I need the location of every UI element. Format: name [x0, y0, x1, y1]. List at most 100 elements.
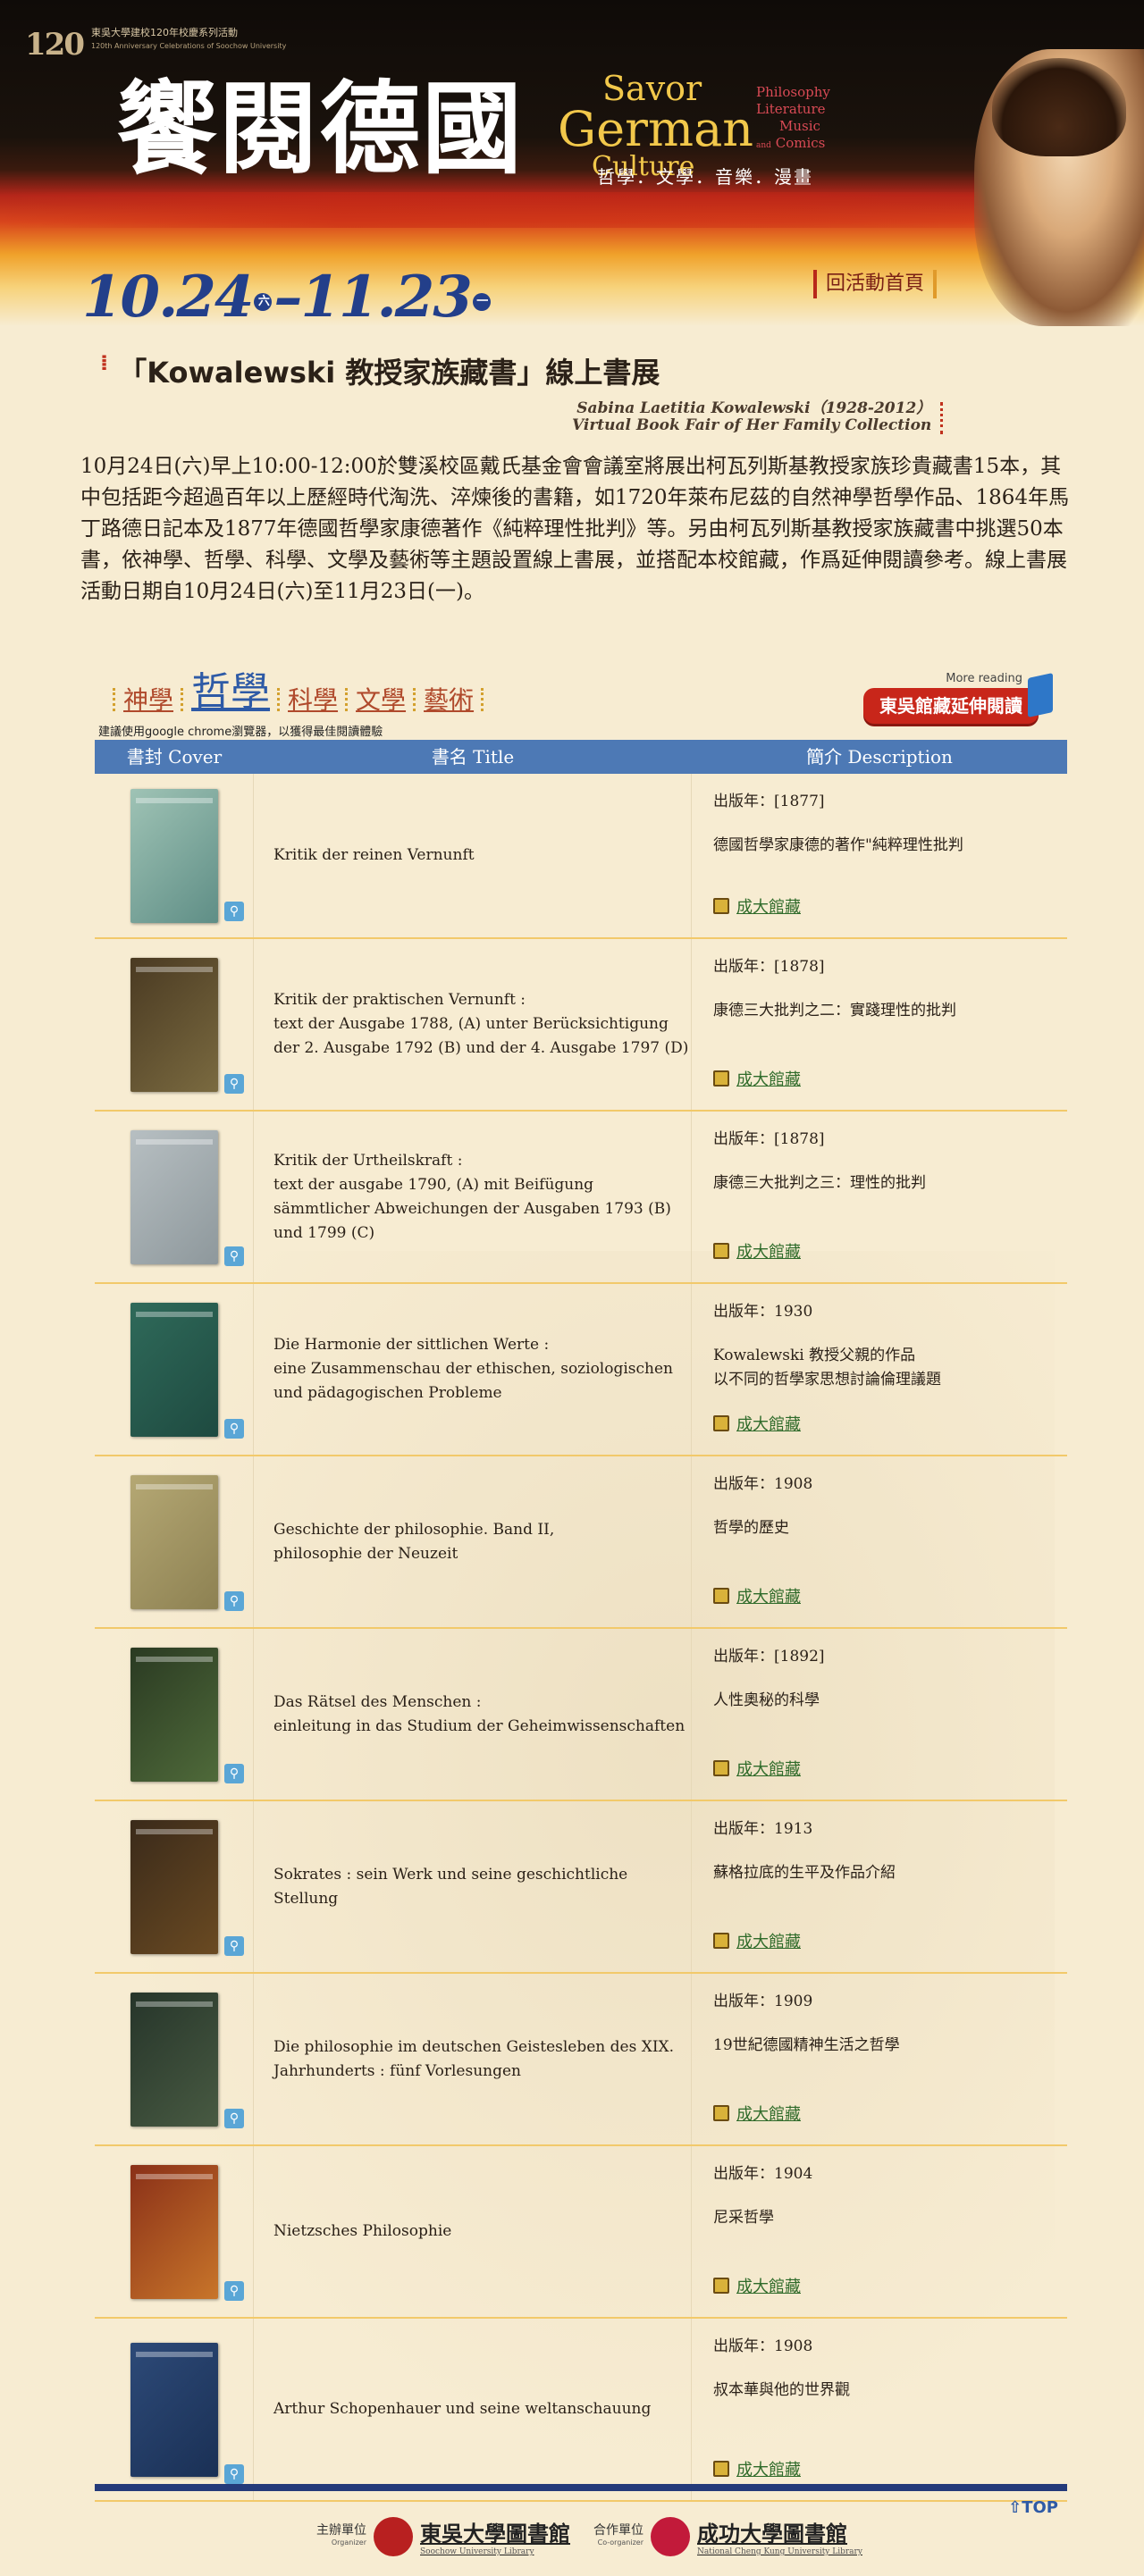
cover-cell: ⚲: [95, 1284, 254, 1455]
category-arts[interactable]: 藝術: [416, 681, 481, 717]
topic-comics: Comics: [775, 135, 826, 151]
publish-year: 出版年：1930: [713, 1303, 813, 1321]
book-title: Kritik der Urtheilskraft : text der ausg…: [254, 1112, 692, 1282]
cover-cell: ⚲: [95, 2146, 254, 2317]
book-cover-image[interactable]: [130, 2164, 218, 2299]
more-reading-caption: More reading: [946, 672, 1022, 685]
organizer: 主辦單位 Organizer 東吳大學圖書館 Soochow University …: [316, 2516, 570, 2556]
more-reading-label: 東吳館藏延伸閱讀: [863, 688, 1039, 724]
publish-year: 出版年：[1878]: [713, 958, 825, 976]
ncku-collection-label: 成大館藏: [736, 1415, 801, 1434]
organizer-label: 主辦單位 Organizer: [316, 2524, 366, 2549]
cover-cell: ⚲: [95, 1456, 254, 1627]
book-description: 康德三大批判之三：理性的批判: [713, 1174, 926, 1192]
co-organizer: 合作單位 Co-organizer 成功大學圖書館 National Cheng K…: [593, 2516, 862, 2556]
ncku-collection-link[interactable]: 成大館藏: [713, 1929, 801, 1952]
book-icon: [713, 1933, 729, 1949]
ncku-collection-link[interactable]: 成大館藏: [713, 894, 801, 918]
publish-year: 出版年：1909: [713, 1993, 813, 2010]
category-separator: [481, 688, 484, 711]
book-cover-image[interactable]: [130, 957, 218, 1092]
exhibit-title: ⁞ 「Kowalewski 教授家族藏書」線上書展: [100, 350, 660, 391]
book-icon: [713, 2461, 729, 2477]
ncku-collection-link[interactable]: 成大館藏: [713, 1067, 801, 1090]
book-description: 康德三大批判之二：實踐理性的批判: [713, 1002, 956, 1019]
book-title: Arthur Schopenhauer und seine weltanscha…: [254, 2319, 692, 2500]
book-description: 德國哲學家康德的著作"純粹理性批判: [713, 836, 963, 854]
book-cover-image[interactable]: [130, 1992, 218, 2127]
category-philosophy[interactable]: 哲學: [184, 659, 277, 717]
ncku-collection-link[interactable]: 成大館藏: [713, 1239, 801, 1263]
magnifier-icon[interactable]: ⚲: [224, 1591, 244, 1611]
book-cover-image[interactable]: [130, 1647, 218, 1782]
ncku-collection-label: 成大館藏: [736, 1760, 801, 1779]
column-header-title: 書名 Title: [431, 746, 515, 768]
magnifier-icon[interactable]: ⚲: [224, 1764, 244, 1783]
magnifier-icon[interactable]: ⚲: [224, 2109, 244, 2128]
book-cover-image[interactable]: [130, 1302, 218, 1437]
magnifier-icon[interactable]: ⚲: [224, 2281, 244, 2301]
cover-cell: ⚲: [95, 1801, 254, 1972]
table-header: 書封 Cover 書名 Title 簡介 Description: [95, 740, 1067, 774]
book-icon: [713, 2105, 729, 2121]
cover-cell: ⚲: [95, 1112, 254, 1282]
co-organizer-name-en: National Cheng Kung University Library: [697, 2547, 862, 2556]
cover-cell: ⚲: [95, 1629, 254, 1800]
co-organizer-name: 成功大學圖書館: [697, 2521, 847, 2547]
table-row: ⚲ Kritik der Urtheilskraft : text der aus…: [95, 1112, 1067, 1284]
magnifier-icon[interactable]: ⚲: [224, 2464, 244, 2484]
magnifier-icon[interactable]: ⚲: [224, 1246, 244, 1266]
topic-list: Philosophy Literature Music and Comics: [756, 84, 830, 155]
book-icon: [713, 1588, 729, 1604]
magnifier-icon[interactable]: ⚲: [224, 902, 244, 921]
category-science[interactable]: 科學: [281, 681, 345, 717]
ncku-collection-link[interactable]: 成大館藏: [713, 2274, 801, 2297]
book-cover-image[interactable]: [130, 2342, 218, 2477]
book-cover-image[interactable]: [130, 1129, 218, 1264]
category-literature[interactable]: 文學: [349, 681, 413, 717]
exhibit-subtitle-line2: Virtual Book Fair of Her Family Collecti…: [572, 416, 932, 434]
footer: 主辦單位 Organizer 東吳大學圖書館 Soochow University …: [0, 2509, 1144, 2563]
book-description: 19世紀德國精神生活之哲學: [713, 2036, 900, 2054]
book-description: 蘇格拉底的生平及作品介紹: [713, 1864, 896, 1882]
book-cover-image[interactable]: [130, 1819, 218, 1954]
anniversary-logo: 120: [25, 27, 85, 63]
description-cell: 出版年：1908 叔本華與他的世界觀 成大館藏: [692, 2319, 1067, 2500]
book-description: Kowalewski 教授父親的作品 以不同的哲學家思想討論倫理議題: [713, 1347, 941, 1389]
ncku-collection-label: 成大館藏: [736, 1588, 801, 1607]
book-table: 書封 Cover 書名 Title 簡介 Description ⚲ Kritik…: [95, 740, 1067, 2502]
ncku-collection-label: 成大館藏: [736, 2278, 801, 2296]
event-title-cn: 饗閱德國: [116, 71, 524, 188]
publish-year: 出版年：[1877]: [713, 793, 825, 810]
book-description: 人性奧秘的科學: [713, 1691, 820, 1709]
exhibit-intro-paragraph: 10月24日(六)早上10:00-12:00於雙溪校區戴氏基金會會議室將展出柯瓦…: [80, 455, 1070, 603]
magnifier-icon[interactable]: ⚲: [224, 1074, 244, 1094]
ncku-collection-label: 成大館藏: [736, 898, 801, 917]
publish-year: 出版年：1904: [713, 2165, 813, 2183]
ncku-collection-link[interactable]: 成大館藏: [713, 1584, 801, 1607]
more-reading-button[interactable]: More reading 東吳館藏延伸閱讀: [862, 668, 1058, 733]
description-cell: 出版年：[1878] 康德三大批判之三：理性的批判 成大館藏: [692, 1112, 1067, 1282]
ncku-seal-icon: [651, 2516, 690, 2556]
topic-philosophy: Philosophy: [756, 84, 830, 100]
book-title: Geschichte der philosophie. Band II, phi…: [254, 1456, 692, 1627]
back-to-event-home-link[interactable]: 回活動首頁: [813, 270, 938, 298]
magnifier-icon[interactable]: ⚲: [224, 1419, 244, 1439]
co-organizer-label-cn: 合作單位: [593, 2522, 644, 2538]
table-row: ⚲ Geschichte der philosophie. Band II, ph…: [95, 1456, 1067, 1629]
book-cover-image[interactable]: [130, 788, 218, 923]
book-icon: [713, 898, 729, 914]
co-organizer-link[interactable]: 成功大學圖書館 National Cheng Kung University Li…: [697, 2516, 862, 2556]
category-theology[interactable]: 神學: [116, 681, 181, 717]
book-title: Nietzsches Philosophie: [254, 2146, 692, 2317]
ncku-collection-link[interactable]: 成大館藏: [713, 1757, 801, 1780]
ncku-collection-link[interactable]: 成大館藏: [713, 1412, 801, 1435]
ncku-collection-link[interactable]: 成大館藏: [713, 2102, 801, 2125]
book-cover-image[interactable]: [130, 1474, 218, 1609]
magnifier-icon[interactable]: ⚲: [224, 1936, 244, 1956]
description-cell: 出版年：[1878] 康德三大批判之二：實踐理性的批判成大館藏: [692, 939, 1067, 1110]
ncku-collection-label: 成大館藏: [736, 1243, 801, 1262]
organizer-link[interactable]: 東吳大學圖書館 Soochow University Library: [420, 2516, 570, 2556]
ncku-collection-link[interactable]: 成大館藏: [713, 2457, 801, 2480]
description-cell: 出版年：1909 19世紀德國精神生活之哲學成大館藏: [692, 1974, 1067, 2144]
